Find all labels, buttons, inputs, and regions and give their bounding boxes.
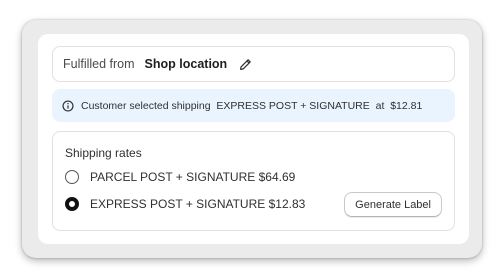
shipping-card: Fulfilled from Shop location Customer se…: [38, 34, 469, 244]
radio-parcel-post[interactable]: [65, 170, 79, 184]
shipping-rates-heading: Shipping rates: [65, 146, 142, 160]
rate-option-express-post[interactable]: EXPRESS POST + SIGNATURE $12.83: [65, 197, 305, 211]
shipping-panel-frame: Fulfilled from Shop location Customer se…: [22, 20, 482, 258]
shipping-rates-section: Shipping rates PARCEL POST + SIGNATURE $…: [52, 131, 455, 231]
generate-label-button[interactable]: Generate Label: [344, 192, 442, 217]
rate-option-label: EXPRESS POST + SIGNATURE $12.83: [90, 197, 306, 211]
radio-express-post[interactable]: [65, 197, 79, 211]
banner-message: Customer selected shipping EXPRESS POST …: [81, 99, 423, 112]
fulfillment-location: Shop location: [144, 57, 228, 71]
rate-option-label: PARCEL POST + SIGNATURE $64.69: [90, 170, 296, 184]
rate-option-parcel-post[interactable]: PARCEL POST + SIGNATURE $64.69: [65, 170, 295, 184]
fulfilled-from-label: Fulfilled from: [63, 57, 135, 71]
selected-shipping-banner: Customer selected shipping EXPRESS POST …: [52, 89, 455, 122]
info-icon: [62, 99, 74, 112]
pencil-icon[interactable]: [239, 58, 252, 71]
fulfilled-from-row: Fulfilled from Shop location: [52, 46, 455, 82]
